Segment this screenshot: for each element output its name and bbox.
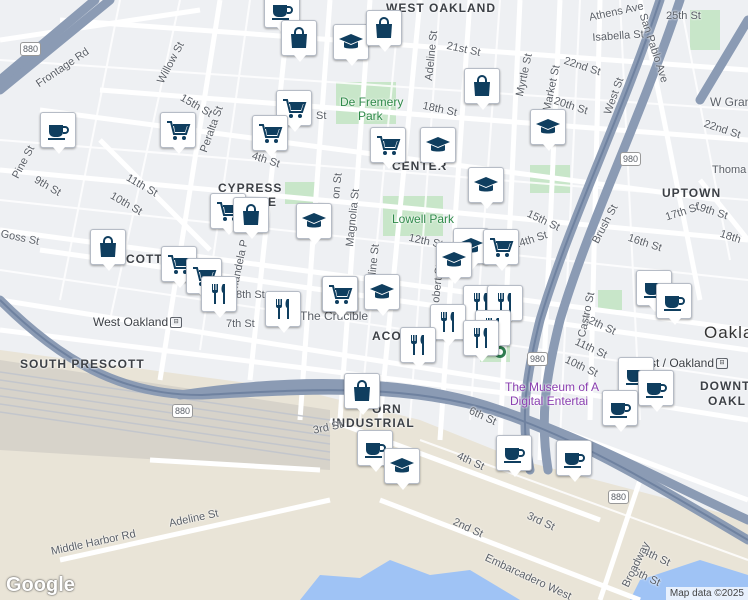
marker-school-icon[interactable] bbox=[296, 203, 332, 245]
marker-coffee-icon[interactable] bbox=[638, 370, 674, 412]
marker-shopping-bag-icon[interactable] bbox=[281, 20, 317, 62]
marker-school-icon[interactable] bbox=[384, 448, 420, 490]
marker-school-icon[interactable] bbox=[530, 109, 566, 151]
marker-fork-knife-icon[interactable] bbox=[463, 320, 499, 362]
marker-fork-knife-icon[interactable] bbox=[265, 291, 301, 333]
marker-cart-icon[interactable] bbox=[252, 115, 288, 157]
coffee-icon bbox=[501, 440, 527, 466]
school-icon bbox=[301, 208, 327, 234]
cart-icon bbox=[488, 234, 514, 260]
marker-fork-knife-icon[interactable] bbox=[201, 276, 237, 318]
fork-knife-icon bbox=[435, 309, 461, 335]
cart-icon bbox=[165, 117, 191, 143]
school-icon bbox=[535, 114, 561, 140]
shopping-bag-icon bbox=[238, 202, 264, 228]
marker-school-icon[interactable] bbox=[468, 167, 504, 209]
coffee-icon bbox=[45, 117, 71, 143]
school-icon bbox=[369, 279, 395, 305]
marker-cart-icon[interactable] bbox=[160, 112, 196, 154]
marker-coffee-icon[interactable] bbox=[656, 283, 692, 325]
map-canvas[interactable]: WEST OAKLAND CYPRESS E COTT ACO SOUTH PR… bbox=[0, 0, 748, 600]
school-icon bbox=[389, 453, 415, 479]
marker-coffee-icon[interactable] bbox=[556, 440, 592, 482]
fork-knife-icon bbox=[206, 281, 232, 307]
marker-school-icon[interactable] bbox=[333, 24, 369, 66]
school-icon bbox=[473, 172, 499, 198]
marker-school-icon[interactable] bbox=[364, 274, 400, 316]
marker-cart-icon[interactable] bbox=[322, 276, 358, 318]
marker-school-icon[interactable] bbox=[436, 242, 472, 284]
shopping-bag-icon bbox=[469, 73, 495, 99]
cart-icon bbox=[257, 120, 283, 146]
fork-knife-icon bbox=[405, 332, 431, 358]
marker-coffee-icon[interactable] bbox=[40, 112, 76, 154]
shopping-bag-icon bbox=[286, 25, 312, 51]
google-logo: Google bbox=[6, 574, 75, 596]
marker-shopping-bag-icon[interactable] bbox=[90, 229, 126, 271]
coffee-icon bbox=[661, 288, 687, 314]
shopping-bag-icon bbox=[349, 378, 375, 404]
fork-knife-icon bbox=[468, 325, 494, 351]
cart-icon bbox=[375, 132, 401, 158]
marker-cart-icon[interactable] bbox=[370, 127, 406, 169]
marker-school-icon[interactable] bbox=[420, 127, 456, 169]
marker-coffee-icon[interactable] bbox=[496, 435, 532, 477]
marker-fork-knife-icon[interactable] bbox=[400, 327, 436, 369]
school-icon bbox=[441, 247, 467, 273]
coffee-icon bbox=[643, 375, 669, 401]
marker-shopping-bag-icon[interactable] bbox=[233, 197, 269, 239]
school-icon bbox=[338, 29, 364, 55]
coffee-icon bbox=[561, 445, 587, 471]
marker-shopping-bag-icon[interactable] bbox=[366, 10, 402, 52]
shopping-bag-icon bbox=[95, 234, 121, 260]
coffee-icon bbox=[607, 395, 633, 421]
cart-icon bbox=[327, 281, 353, 307]
map-attribution: Map data ©2025 bbox=[665, 587, 748, 600]
fork-knife-icon bbox=[270, 296, 296, 322]
marker-cart-icon[interactable] bbox=[483, 229, 519, 271]
marker-shopping-bag-icon[interactable] bbox=[464, 68, 500, 110]
shopping-bag-icon bbox=[371, 15, 397, 41]
marker-shopping-bag-icon[interactable] bbox=[344, 373, 380, 415]
school-icon bbox=[425, 132, 451, 158]
marker-coffee-icon[interactable] bbox=[602, 390, 638, 432]
